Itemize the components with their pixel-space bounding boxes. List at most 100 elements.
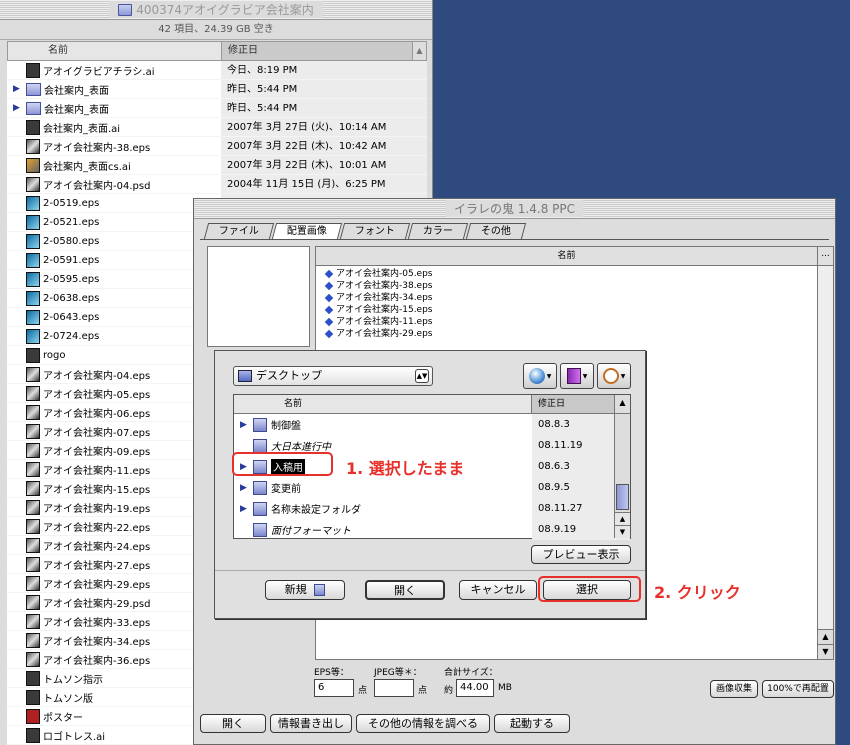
scroll-up-icon[interactable]: ▲	[818, 629, 833, 644]
tab-divider	[200, 239, 829, 240]
sort-direction-icon[interactable]: ▲	[614, 395, 630, 413]
cancel-button[interactable]: キャンセル	[459, 580, 537, 600]
folder-row[interactable]: ▶ 制御盤 08.8.3	[234, 414, 630, 435]
column-name[interactable]: 名前	[8, 42, 222, 60]
disclosure-triangle-icon[interactable]: ▶	[13, 103, 23, 113]
placed-image-item[interactable]: アオイ会社案内-38.eps	[324, 280, 833, 292]
file-row[interactable]: アオイ会社案内-38.eps 2007年 3月 22日 (木)、10:42 AM	[7, 137, 427, 156]
file-row[interactable]: アオイ会社案内-04.psd 2004年 11月 15日 (月)、6:25 PM	[7, 175, 427, 194]
folder-row[interactable]: ▶ 変更前 08.9.5	[234, 477, 630, 498]
irare-titlebar[interactable]: イラレの鬼 1.4.8 PPC	[194, 199, 835, 219]
file-name-cell[interactable]: アオイ会社案内-29.eps	[7, 574, 221, 592]
file-name-cell[interactable]: ロゴトレス.ai	[7, 726, 221, 744]
sort-direction-icon[interactable]: ▲	[412, 42, 426, 60]
file-name-cell[interactable]: アオイ会社案内-36.eps	[7, 650, 221, 668]
file-name-cell[interactable]: アオイ会社案内-11.eps	[7, 460, 221, 478]
file-name-cell[interactable]: 会社案内_表面cs.ai	[7, 156, 221, 174]
file-name-cell[interactable]: ▶ 会社案内_表面	[7, 80, 221, 98]
file-name-cell[interactable]: 2-0591.eps	[7, 251, 221, 269]
scroll-down-icon[interactable]: ▼	[818, 644, 833, 659]
location-popup[interactable]: デスクトップ ▲▼	[233, 366, 433, 386]
recent-button[interactable]: ▼	[597, 363, 631, 389]
file-name-cell[interactable]: トムソン指示	[7, 669, 221, 687]
disclosure-triangle-icon[interactable]: ▶	[240, 483, 249, 493]
show-preview-button[interactable]: プレビュー表示	[531, 545, 631, 564]
file-row[interactable]: ▶ 会社案内_表面 昨日、5:44 PM	[7, 80, 427, 99]
list-scrollbar[interactable]: ▲ ▼	[817, 266, 833, 659]
tab-2[interactable]: フォント	[339, 223, 411, 239]
file-name-cell[interactable]: アオイ会社案内-05.eps	[7, 384, 221, 402]
folder-row[interactable]: ▶ 名称未設定フォルダ 08.11.27	[234, 498, 630, 519]
placed-image-item[interactable]: アオイ会社案内-11.eps	[324, 316, 833, 328]
file-date: 昨日、5:44 PM	[221, 99, 427, 117]
list-header-name[interactable]: 名前	[316, 247, 817, 265]
column-name[interactable]: 名前	[234, 395, 532, 413]
open-button[interactable]: 開く	[200, 714, 266, 733]
file-name-cell[interactable]: 2-0724.eps	[7, 327, 221, 345]
placed-image-item[interactable]: アオイ会社案内-05.eps	[324, 268, 833, 280]
launch-button[interactable]: 起動する	[494, 714, 570, 733]
column-date[interactable]: 修正日	[532, 395, 614, 413]
file-name-cell[interactable]: ポスター	[7, 707, 221, 725]
new-folder-button[interactable]: 新規	[265, 580, 345, 600]
file-name-cell[interactable]: アオイ会社案内-04.eps	[7, 365, 221, 383]
file-name-cell[interactable]: アオイ会社案内-09.eps	[7, 441, 221, 459]
relink-100-button[interactable]: 100%で再配置	[762, 680, 834, 698]
tab-1[interactable]: 配置画像	[271, 223, 343, 239]
file-name-cell[interactable]: アオイ会社案内-27.eps	[7, 555, 221, 573]
finder-titlebar[interactable]: 400374アオイグラビア会社案内	[0, 0, 432, 20]
file-name-cell[interactable]: アオイ会社案内-29.psd	[7, 593, 221, 611]
file-name-cell[interactable]: アオイ会社案内-24.eps	[7, 536, 221, 554]
folder-list-scrollbar[interactable]: ▲ ▼	[614, 414, 630, 538]
file-row[interactable]: 会社案内_表面cs.ai 2007年 3月 22日 (木)、10:01 AM	[7, 156, 427, 175]
file-name-cell[interactable]: アオイ会社案内-07.eps	[7, 422, 221, 440]
inspect-more-button[interactable]: その他の情報を調べる	[356, 714, 490, 733]
jpeg-count-field[interactable]	[374, 679, 414, 697]
export-info-button[interactable]: 情報書き出し	[270, 714, 352, 733]
open-button[interactable]: 開く	[365, 580, 445, 600]
list-header-more[interactable]: ...	[817, 247, 833, 265]
file-name-cell[interactable]: アオイ会社案内-38.eps	[7, 137, 221, 155]
tab-4[interactable]: その他	[465, 223, 527, 239]
scroll-thumb[interactable]	[616, 484, 629, 510]
file-name-cell[interactable]: アオイ会社案内-34.eps	[7, 631, 221, 649]
file-row[interactable]: 会社案内_表面.ai 2007年 3月 27日 (火)、10:14 AM	[7, 118, 427, 137]
file-name-cell[interactable]: 会社案内_表面.ai	[7, 118, 221, 136]
collect-images-button[interactable]: 画像収集	[710, 680, 758, 698]
column-date[interactable]: 修正日	[222, 42, 412, 60]
file-name-cell[interactable]: アオイ会社案内-33.eps	[7, 612, 221, 630]
file-name-cell[interactable]: アオイ会社案内-19.eps	[7, 498, 221, 516]
file-name-cell[interactable]: アオイ会社案内-04.psd	[7, 175, 221, 193]
disclosure-triangle-icon[interactable]: ▶	[240, 504, 249, 514]
file-name-cell[interactable]: 2-0580.eps	[7, 232, 221, 250]
scroll-up-icon[interactable]: ▲	[615, 512, 630, 525]
file-name-cell[interactable]: 2-0595.eps	[7, 270, 221, 288]
file-name-cell[interactable]: rogo	[7, 346, 221, 364]
file-name-cell[interactable]: 2-0643.eps	[7, 308, 221, 326]
placed-image-item[interactable]: アオイ会社案内-15.eps	[324, 304, 833, 316]
tab-3[interactable]: カラー	[407, 223, 469, 239]
file-name-cell[interactable]: 2-0519.eps	[7, 194, 221, 212]
tab-0[interactable]: ファイル	[203, 223, 275, 239]
file-name-cell[interactable]: 2-0521.eps	[7, 213, 221, 231]
file-name-cell[interactable]: トムソン版	[7, 688, 221, 706]
file-name: アオイ会社案内-07.eps	[43, 427, 151, 439]
disclosure-triangle-icon[interactable]: ▶	[13, 84, 23, 94]
file-name-cell[interactable]: 2-0638.eps	[7, 289, 221, 307]
disk-shortcut-button[interactable]: ▼	[523, 363, 557, 389]
placed-image-item[interactable]: アオイ会社案内-34.eps	[324, 292, 833, 304]
disclosure-triangle-icon[interactable]: ▶	[240, 420, 249, 430]
file-name-cell[interactable]: ▶ 会社案内_表面	[7, 99, 221, 117]
scroll-down-icon[interactable]: ▼	[615, 525, 630, 538]
file-name-cell[interactable]: アオイ会社案内-06.eps	[7, 403, 221, 421]
file-name-cell[interactable]: アオイ会社案内-22.eps	[7, 517, 221, 535]
favorites-button[interactable]: ▼	[560, 363, 594, 389]
placed-image-item[interactable]: アオイ会社案内-29.eps	[324, 328, 833, 340]
file-row[interactable]: アオイグラビアチラシ.ai 今日、8:19 PM	[7, 61, 427, 80]
total-size-field[interactable]: 44.00	[456, 679, 494, 697]
file-row[interactable]: ▶ 会社案内_表面 昨日、5:44 PM	[7, 99, 427, 118]
eps-count-field[interactable]: 6	[314, 679, 354, 697]
file-name-cell[interactable]: アオイ会社案内-15.eps	[7, 479, 221, 497]
file-name-cell[interactable]: アオイグラビアチラシ.ai	[7, 61, 221, 79]
folder-row[interactable]: 面付フォーマット 08.9.19	[234, 519, 630, 540]
